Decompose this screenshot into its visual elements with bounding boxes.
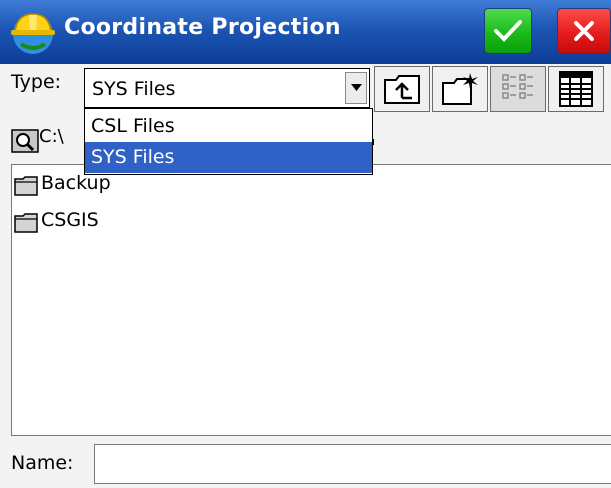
window-title: Coordinate Projection bbox=[64, 15, 341, 40]
file-name: Backup bbox=[41, 172, 111, 194]
file-list[interactable] bbox=[11, 164, 611, 436]
type-dropdown-list[interactable]: CSL Files SYS Files bbox=[84, 108, 373, 175]
ok-button[interactable] bbox=[484, 8, 532, 54]
current-path: C:\ bbox=[39, 126, 64, 147]
type-select-value: SYS Files bbox=[92, 78, 176, 100]
checkmark-icon bbox=[494, 20, 522, 42]
detail-view-button[interactable] bbox=[548, 66, 604, 112]
title-bar: Coordinate Projection bbox=[0, 0, 611, 64]
name-field[interactable] bbox=[94, 444, 611, 484]
folder-up-icon bbox=[384, 75, 420, 104]
new-folder-icon bbox=[442, 73, 478, 105]
type-select[interactable]: SYS Files bbox=[84, 68, 370, 108]
up-folder-button[interactable] bbox=[374, 66, 430, 112]
folder-search-icon bbox=[11, 126, 39, 154]
file-name: CSGIS bbox=[41, 209, 99, 231]
new-folder-button[interactable] bbox=[432, 66, 488, 112]
close-x-icon bbox=[574, 21, 594, 41]
name-label: Name: bbox=[11, 452, 74, 474]
type-label: Type: bbox=[11, 71, 62, 93]
chevron-down-icon bbox=[351, 84, 362, 91]
dropdown-option-csl[interactable]: CSL Files bbox=[85, 111, 372, 142]
detail-view-icon bbox=[559, 71, 593, 107]
list-view-button[interactable] bbox=[490, 66, 546, 112]
dropdown-option-sys[interactable]: SYS Files bbox=[85, 142, 372, 173]
list-view-icon bbox=[502, 74, 533, 99]
dropdown-arrow-button[interactable] bbox=[345, 72, 367, 104]
close-button[interactable] bbox=[557, 8, 611, 54]
folder-icon bbox=[14, 176, 38, 196]
folder-icon bbox=[14, 213, 38, 233]
hard-hat-globe-icon bbox=[7, 6, 59, 58]
